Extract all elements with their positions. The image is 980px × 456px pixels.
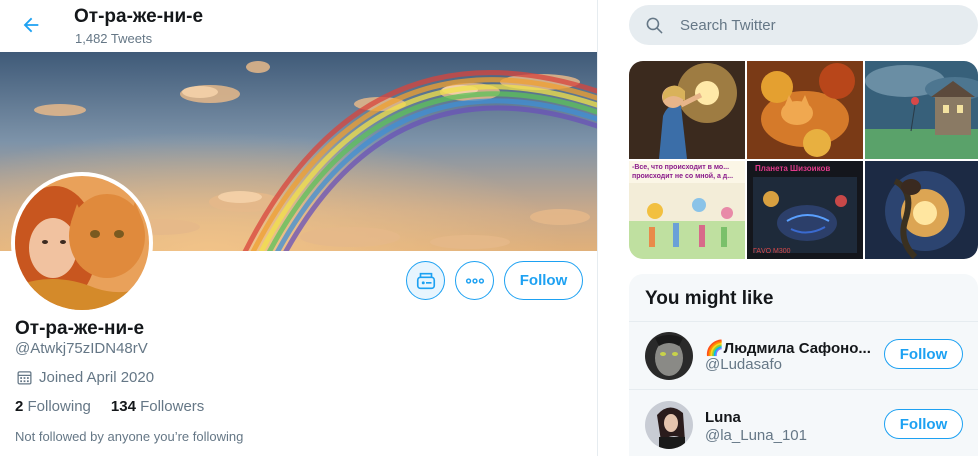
joined-text: Joined April 2020 — [39, 369, 155, 386]
profile-header-bar: От-ра-же-ни-е 1,482 Tweets — [0, 0, 597, 52]
suggested-account[interactable]: Luna @la_Luna_101 Follow — [629, 389, 978, 456]
you-might-like-title: You might like — [645, 288, 774, 309]
profile-avatar[interactable] — [11, 172, 153, 314]
suggested-account-handle: @la_Luna_101 — [705, 427, 807, 444]
suggested-account-name: Luna — [705, 409, 741, 426]
you-might-like-panel: You might like 🌈Людмила Сафоно... @Ludas… — [629, 274, 978, 456]
suggested-follow-button[interactable]: Follow — [884, 409, 963, 439]
more-options-button[interactable] — [455, 261, 494, 300]
profile-handle: @Atwkj75zIDN48rV — [15, 340, 148, 357]
suggested-account-avatar — [645, 401, 693, 449]
followers-label: Followers — [140, 398, 205, 415]
suggested-account-avatar — [645, 332, 693, 380]
following-link[interactable]: 2 Following — [15, 398, 91, 415]
search-input[interactable] — [680, 16, 960, 34]
header-title: От-ра-же-ни-е — [74, 6, 204, 27]
not-followed-note: Not followed by anyone you’re following — [15, 429, 244, 444]
back-button[interactable] — [16, 10, 46, 40]
follow-stats: 2 Following 134 Followers — [15, 398, 204, 415]
followers-count: 134 — [110, 398, 136, 415]
followers-link[interactable]: 134 Followers — [111, 398, 204, 415]
profile-name: От-ра-же-ни-е — [15, 318, 145, 339]
back-arrow-icon — [23, 17, 39, 33]
media-tile-autumn-cat[interactable] — [747, 61, 863, 159]
more-icon — [465, 277, 484, 284]
suggested-follow-button[interactable]: Follow — [884, 339, 963, 369]
media-tile-planet-schizo[interactable]: ГАVO М300 Планета Шизоиков — [747, 161, 863, 259]
search-icon — [646, 17, 663, 33]
suggested-account[interactable]: 🌈Людмила Сафоно... @Ludasafo Follow — [629, 321, 978, 389]
newsletter-button[interactable] — [406, 261, 445, 300]
newsletter-icon — [416, 272, 435, 289]
media-tile-house-storm[interactable] — [865, 61, 978, 159]
tweet-count: 1,482 Tweets — [75, 31, 153, 46]
joined-date: Joined April 2020 — [16, 369, 154, 386]
profile-media-grid: -Все, что происходит в мо... происходит … — [629, 61, 978, 259]
suggested-account-name: 🌈Людмила Сафоно... — [705, 340, 871, 357]
svg-text:ГАVO М300: ГАVO М300 — [753, 248, 791, 255]
following-label: Following — [27, 398, 91, 415]
suggested-account-handle: @Ludasafo — [705, 356, 782, 373]
media-caption: -Все, что происходит в мо... происходит … — [632, 164, 734, 180]
media-tile-children-quote[interactable]: -Все, что происходит в мо... происходит … — [629, 161, 745, 259]
media-tile-glowing-figure[interactable] — [865, 161, 978, 259]
following-count: 2 — [15, 398, 24, 415]
profile-column: От-ра-же-ни-е 1,482 Tweets Follow От-ра-… — [0, 0, 598, 456]
search-bar[interactable] — [629, 5, 978, 45]
media-caption: Планета Шизоиков — [755, 164, 831, 173]
follow-button[interactable]: Follow — [504, 261, 583, 300]
calendar-icon — [17, 371, 32, 385]
media-tile-girl-lantern[interactable] — [629, 61, 745, 159]
